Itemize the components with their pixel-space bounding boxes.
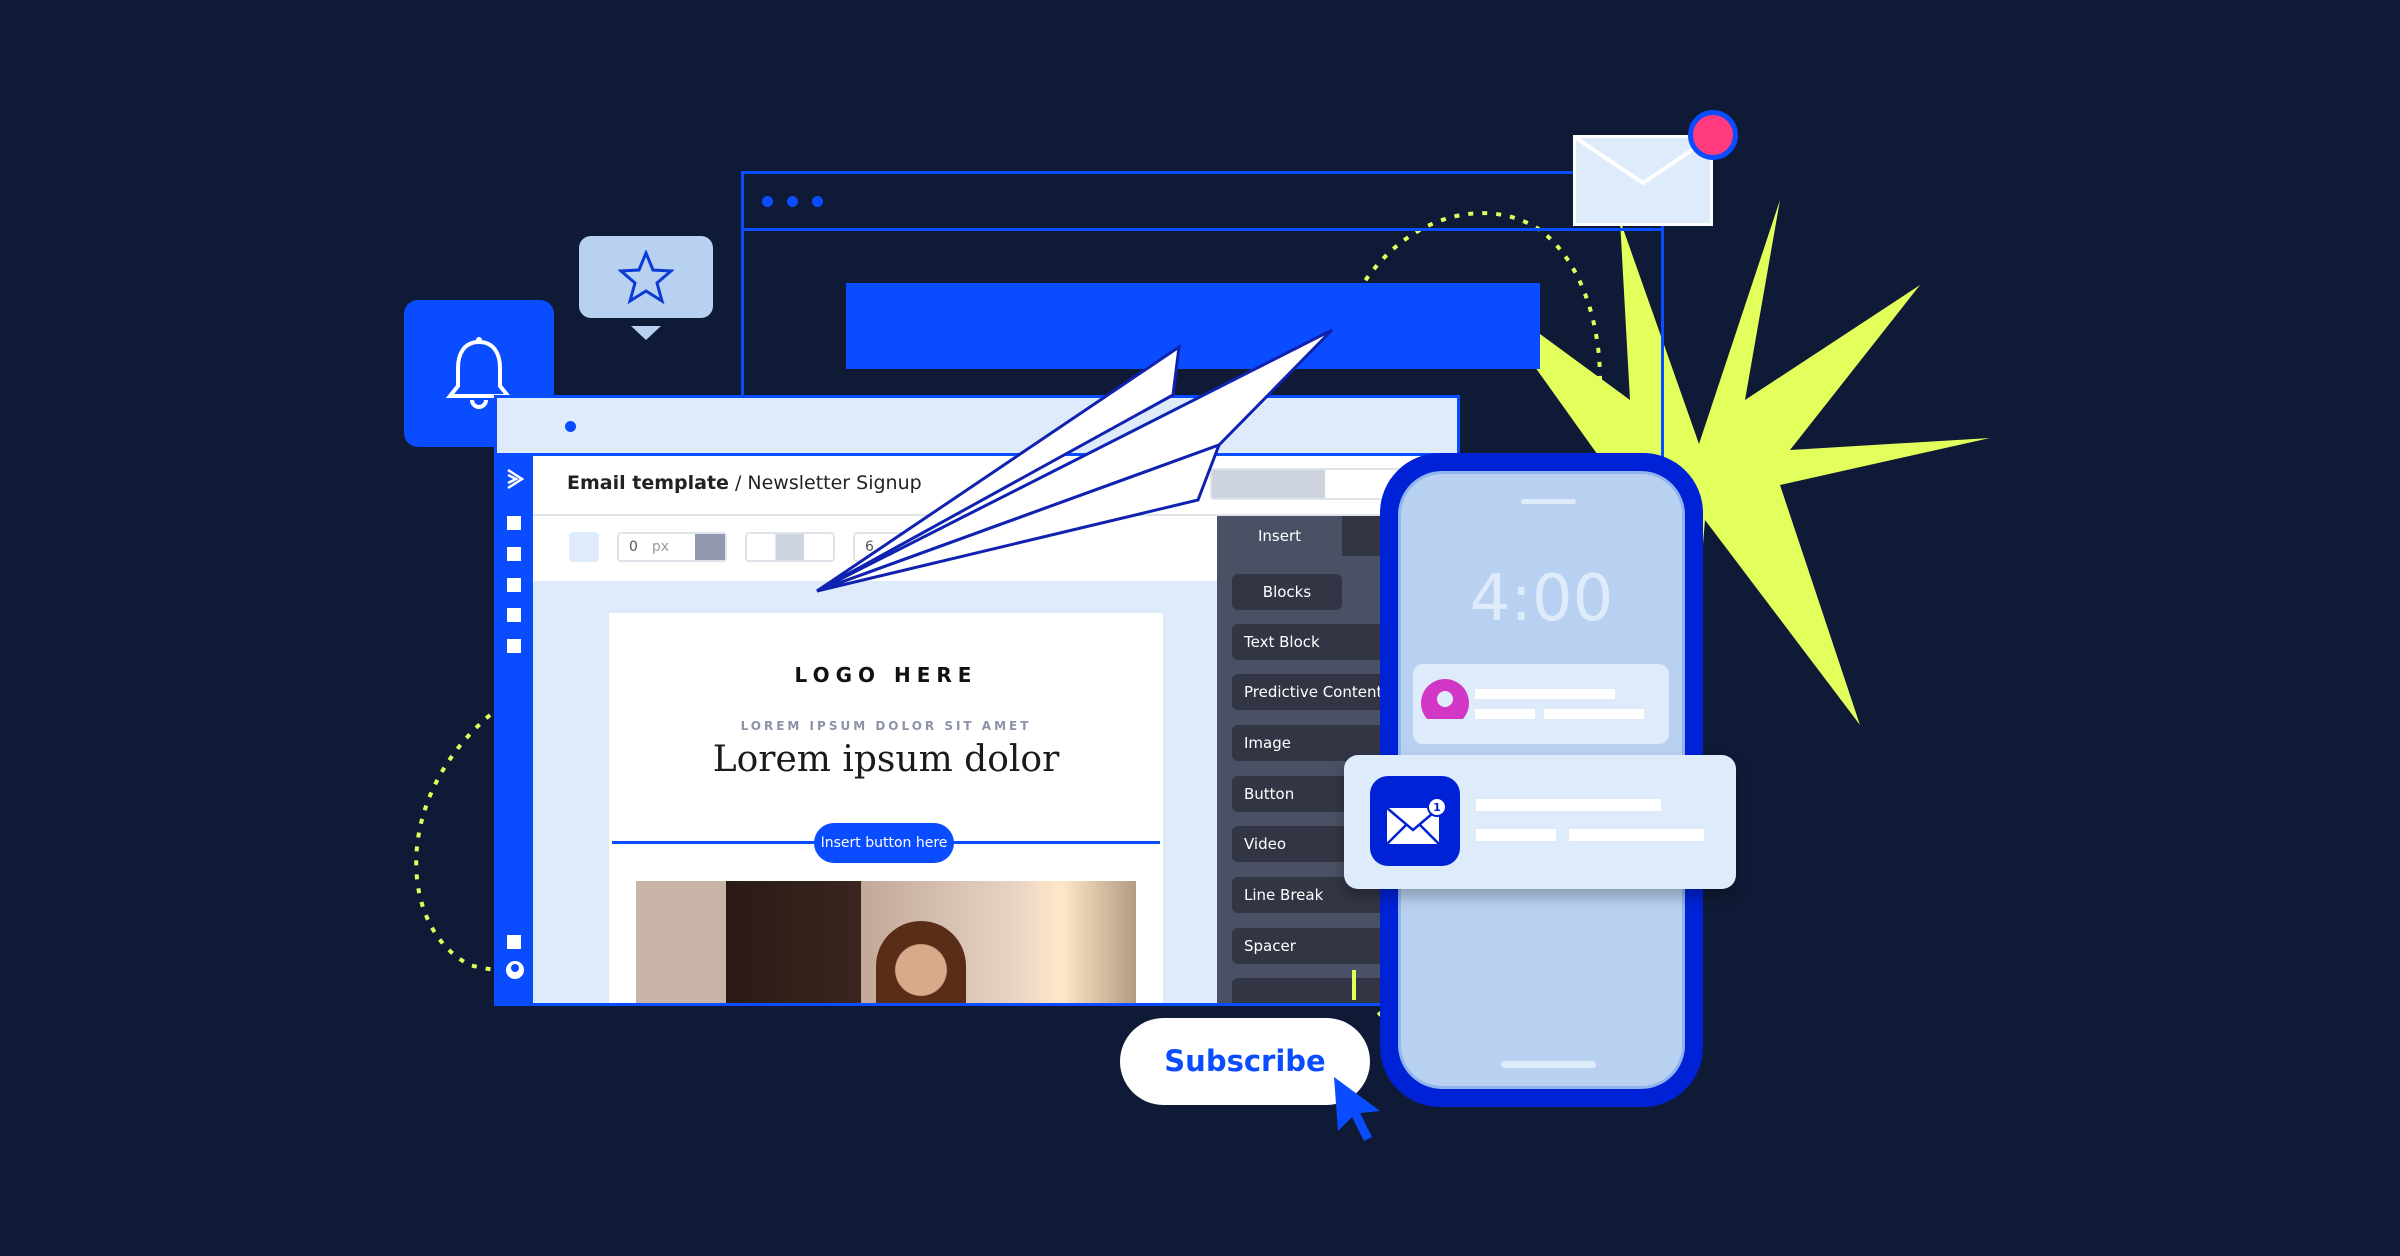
lock-screen-time: 4:00 — [1469, 562, 1614, 636]
notification-dot — [1688, 110, 1738, 160]
email-notification[interactable]: 1 — [1344, 755, 1736, 889]
envelope-icon: 1 — [1386, 797, 1447, 845]
notification-card[interactable] — [1413, 664, 1669, 744]
badge-count: 1 — [1433, 801, 1441, 814]
avatar-icon — [1421, 679, 1469, 727]
mail-app-icon: 1 — [1370, 776, 1460, 866]
cursor-icon — [1334, 1077, 1380, 1141]
